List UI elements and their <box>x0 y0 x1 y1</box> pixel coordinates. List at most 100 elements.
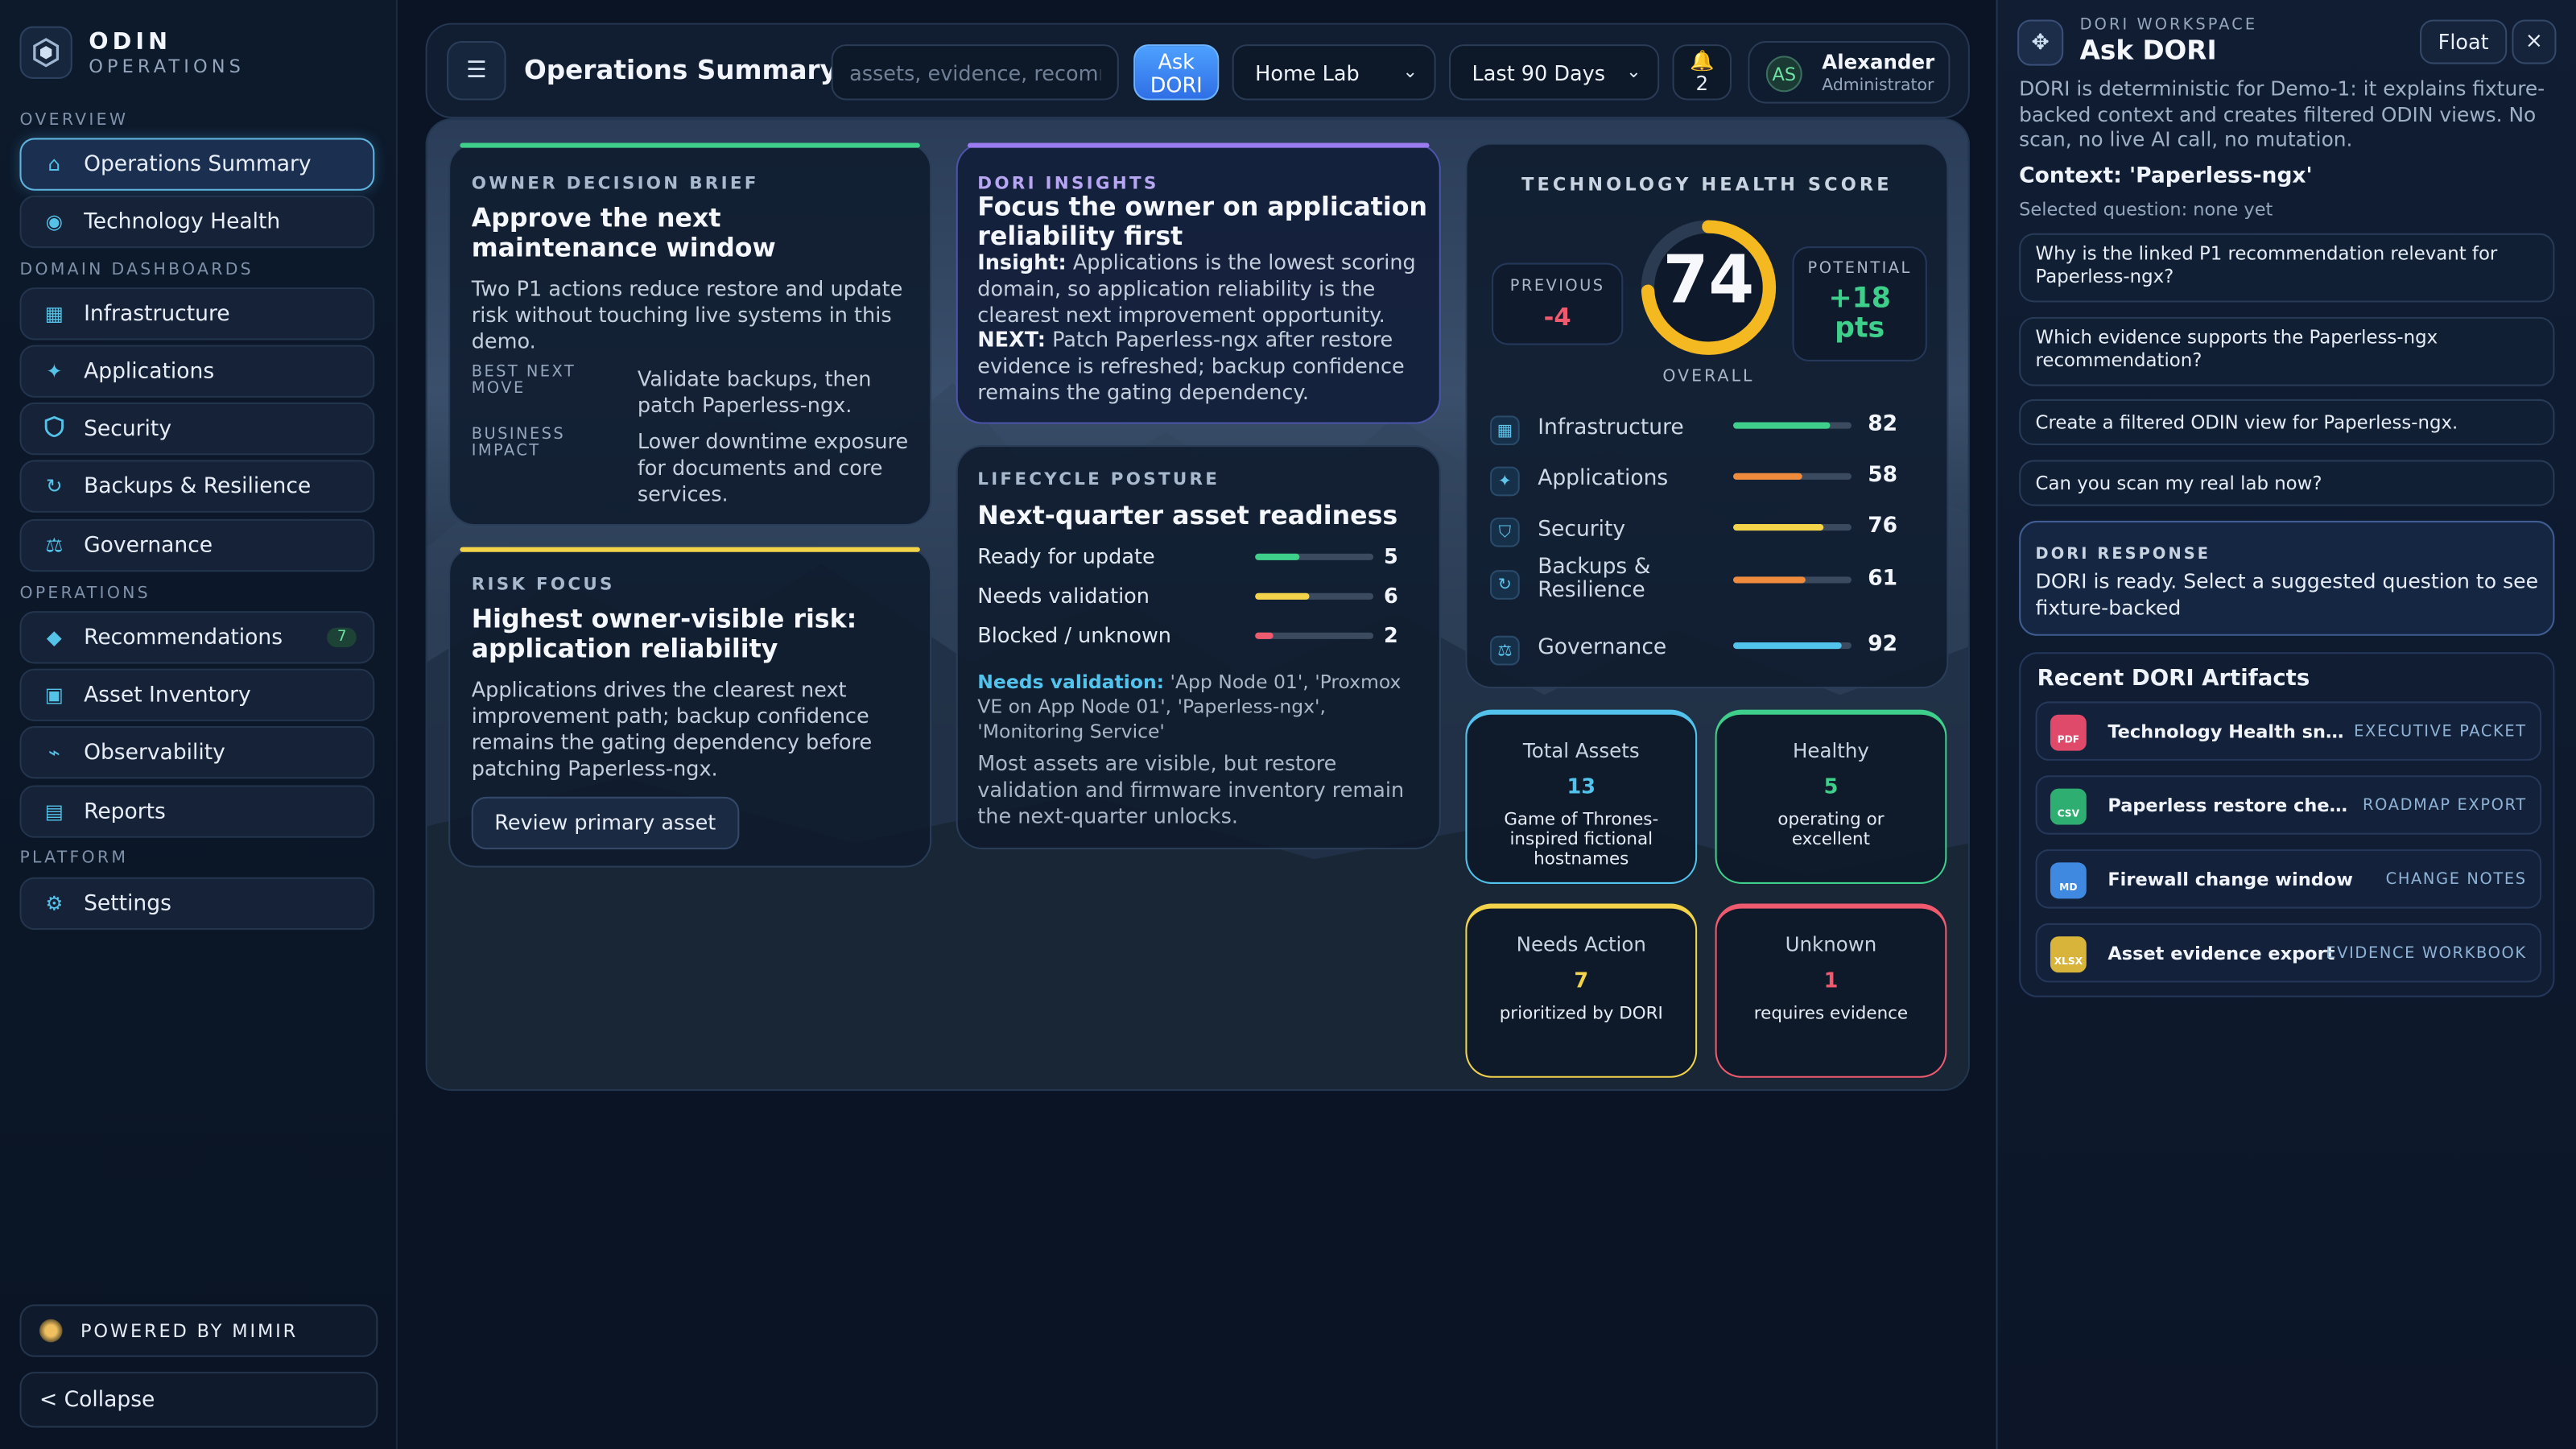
panel-kicker: DORI WORKSPACE <box>2079 16 2258 35</box>
potential-score: POTENTIAL +18 pts <box>1792 246 1927 361</box>
artifact-item[interactable]: XLSX Asset evidence export EVIDENCE WORKBO… <box>2035 923 2542 983</box>
report-icon: ▤ <box>44 799 64 824</box>
nav-asset-inventory[interactable]: ▣ Asset Inventory <box>19 668 375 721</box>
close-icon[interactable]: × <box>2512 19 2557 64</box>
ask-dori-label: Ask <box>1158 49 1195 74</box>
artifact-item[interactable]: CSV Paperless restore checklist ROADMAP EX… <box>2035 775 2542 835</box>
stat-value: 7 <box>1574 968 1589 993</box>
stat-label: Unknown <box>1785 933 1877 956</box>
nav-operations-summary[interactable]: ⌂ Operations Summary <box>19 138 375 191</box>
nav-label: Applications <box>84 358 215 384</box>
nav-reports[interactable]: ▤ Reports <box>19 785 375 838</box>
card-text: Applications drives the clearest next im… <box>471 676 873 781</box>
nav-governance[interactable]: ⚖ Governance <box>19 518 375 572</box>
ask-dori-button[interactable]: Ask DORI <box>1133 44 1220 101</box>
lifecycle-bar-fill <box>1255 592 1310 600</box>
risk-focus-card: RISK FOCUS Highest owner-visible risk: a… <box>448 547 932 868</box>
potential-label: POTENTIAL <box>1807 259 1912 278</box>
sidebar: ODIN OPERATIONS OVERVIEW ⌂ Operations Sum… <box>0 0 398 1449</box>
shield-icon: ⛉ <box>1490 517 1520 547</box>
menu-icon[interactable]: ☰ <box>447 41 506 101</box>
dori-response: DORI RESPONSE DORI is ready. Select a su… <box>2019 520 2555 636</box>
stat-card[interactable]: Needs Action 7 prioritized by DORI <box>1465 903 1698 1078</box>
stat-card[interactable]: Total Assets 13 Game of Thrones-inspired f… <box>1465 709 1698 884</box>
artifact-item[interactable]: PDF Technology Health snapshotEXECUTIVE P… <box>2035 701 2542 761</box>
shield-icon <box>41 415 68 442</box>
health-domain-row[interactable]: ✦ Applications 58 <box>1490 464 1934 503</box>
health-domain-row[interactable]: ↻ Backups & Resilience 61 <box>1490 556 1934 606</box>
nav-label: Technology Health <box>84 209 281 234</box>
health-domain-score: 82 <box>1868 412 1898 437</box>
stat-value: 1 <box>1823 968 1839 993</box>
lifecycle-row: Needs validation 6 <box>977 583 1405 613</box>
review-primary-asset-button[interactable]: Review primary asset <box>471 796 739 850</box>
nav-label: Settings <box>84 891 171 916</box>
overall-score-value: 74 <box>1662 243 1755 319</box>
nav-applications[interactable]: ✦ Applications <box>19 345 375 398</box>
collapse-button[interactable]: < Collapse <box>19 1372 378 1428</box>
card-title: Focus the owner on application reliabili… <box>977 192 1428 252</box>
notifications-button[interactable]: 🔔 2 <box>1672 44 1732 101</box>
stat-label: Total Assets <box>1522 739 1640 762</box>
lifecycle-row-label: Needs validation <box>977 583 1150 609</box>
brand-subtitle: OPERATIONS <box>89 55 245 76</box>
nav-security[interactable]: Security <box>19 402 375 456</box>
health-domain-row[interactable]: ⛉ Security 76 <box>1490 514 1934 554</box>
user-menu[interactable]: AS Alexander Administrator <box>1748 41 1951 104</box>
file-icon: PDF <box>2050 714 2087 751</box>
business-impact-label: BUSINESS IMPACT <box>471 425 566 460</box>
avatar: AS <box>1765 56 1802 93</box>
user-name: Alexander <box>1822 51 1935 74</box>
section-platform: PLATFORM <box>19 849 129 868</box>
artifact-type: CHANGE NOTES <box>2385 870 2527 890</box>
health-domain-name: Governance <box>1538 635 1667 661</box>
selected-question: Selected question: none yet <box>2019 198 2273 221</box>
search-input[interactable] <box>831 44 1119 101</box>
card-title: Next-quarter asset readiness <box>977 501 1398 531</box>
potential-value: +18 <box>1828 283 1891 316</box>
nav-recommendations[interactable]: ◆ Recommendations 7 <box>19 611 375 664</box>
next-label: NEXT: <box>977 327 1046 352</box>
nav-observability[interactable]: ⌁ Observability <box>19 726 375 779</box>
suggested-question[interactable]: Can you scan my real lab now? <box>2019 460 2555 506</box>
move-icon[interactable]: ✥ <box>2017 19 2064 66</box>
health-domain-row[interactable]: ⚖ Governance 92 <box>1490 633 1934 672</box>
file-icon: MD <box>2050 862 2087 899</box>
stat-card[interactable]: Unknown 1 requires evidence <box>1715 903 1947 1078</box>
needs-validation-detail: Needs validation: 'App Node 01', 'Proxmo… <box>977 671 1424 745</box>
sparkle-icon: ✦ <box>1490 466 1520 497</box>
section-operations: OPERATIONS <box>19 584 151 603</box>
lifecycle-row: Blocked / unknown 2 <box>977 622 1405 652</box>
stat-card[interactable]: Healthy 5 operating or excellent <box>1715 709 1947 884</box>
float-button[interactable]: Float <box>2420 19 2508 64</box>
lifecycle-bar <box>1255 553 1374 560</box>
lifecycle-bar-fill <box>1255 553 1301 560</box>
health-domain-bar-fill <box>1733 422 1831 429</box>
health-domain-row[interactable]: ▦ Infrastructure 82 <box>1490 412 1934 452</box>
suggested-question[interactable]: Create a filtered ODIN view for Paperles… <box>2019 398 2555 446</box>
nav-label: Operations Summary <box>84 151 312 177</box>
lifecycle-row-value: 5 <box>1383 543 1398 569</box>
suggested-question[interactable]: Which evidence supports the Paperless-ng… <box>2019 316 2555 386</box>
health-domain-score: 58 <box>1868 463 1898 489</box>
health-domain-bar <box>1733 576 1852 584</box>
dori-insights-card: DORI INSIGHTS Focus the owner on applica… <box>956 142 1441 424</box>
best-next-move-label: BEST NEXT MOVE <box>471 363 576 398</box>
stat-value: 5 <box>1823 774 1839 799</box>
nav-infrastructure[interactable]: ▦ Infrastructure <box>19 287 375 341</box>
panel-intro: DORI is deterministic for Demo-1: it exp… <box>2019 76 2545 151</box>
nav-label: Reports <box>84 799 166 824</box>
nav-backups-resilience[interactable]: ↻ Backups & Resilience <box>19 460 375 513</box>
card-kicker: LIFECYCLE POSTURE <box>977 469 1220 490</box>
health-domain-score: 76 <box>1868 514 1898 539</box>
site-select[interactable]: Home Lab ⌄ <box>1232 44 1436 101</box>
ask-dori-label-2: DORI <box>1150 72 1203 97</box>
stat-description: prioritized by DORI <box>1499 1003 1663 1024</box>
sparkle-icon: ✦ <box>46 359 63 383</box>
insight-text: Insight: Applications is the lowest scor… <box>977 250 1429 328</box>
artifact-item[interactable]: MD Firewall change window CHANGE NOTES <box>2035 849 2542 909</box>
date-range-select[interactable]: Last 90 Days ⌄ <box>1448 44 1660 101</box>
nav-technology-health[interactable]: ◉ Technology Health <box>19 195 375 249</box>
nav-settings[interactable]: ⚙ Settings <box>19 877 375 931</box>
suggested-question[interactable]: Why is the linked P1 recommendation rele… <box>2019 233 2555 303</box>
